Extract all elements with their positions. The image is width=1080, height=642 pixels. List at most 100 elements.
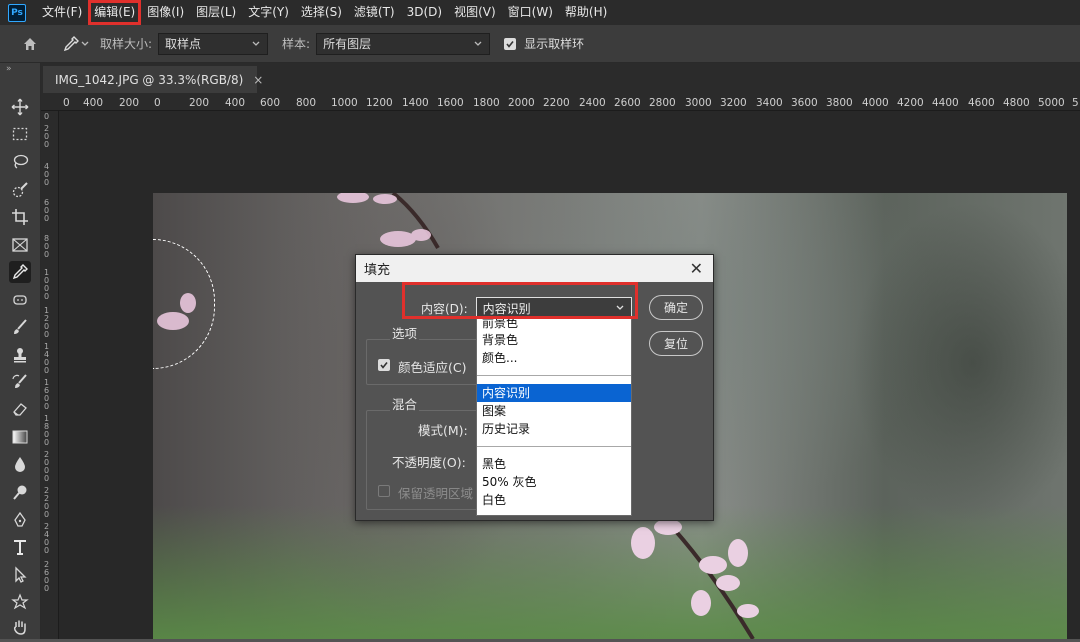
- eyedropper-tool-icon[interactable]: [9, 261, 31, 283]
- ruler-tick: 2 0 0 0: [44, 450, 50, 483]
- eyedropper-preset-picker[interactable]: [62, 35, 92, 53]
- dropdown-item-black[interactable]: 黑色: [477, 455, 631, 473]
- reset-button[interactable]: 复位: [649, 331, 703, 356]
- collapse-icon[interactable]: »: [0, 63, 40, 77]
- custom-shape-tool-icon[interactable]: [9, 591, 31, 613]
- show-ring-checkbox[interactable]: [504, 37, 517, 50]
- color-adapt-checkbox[interactable]: [378, 359, 390, 371]
- color-adapt-label: 颜色适应(C): [398, 360, 467, 375]
- move-tool-icon[interactable]: [9, 96, 31, 118]
- content-dropdown-list: 前景色 背景色 颜色... 内容识别 图案 历史记录 黑色 50% 灰色 白色: [476, 318, 632, 516]
- dropdown-item-content-aware[interactable]: 内容识别: [477, 384, 631, 402]
- options-group-title: 选项: [390, 323, 420, 342]
- dropdown-item-color[interactable]: 颜色...: [477, 349, 631, 367]
- sample-value: 所有图层: [323, 37, 372, 51]
- ruler-tick: 600: [260, 97, 281, 109]
- ruler-tick: 4600: [968, 97, 995, 109]
- ruler-tick: 1 2 0 0: [44, 306, 50, 339]
- type-tool-icon[interactable]: [9, 536, 31, 558]
- menu-edit[interactable]: 编辑(E): [88, 0, 142, 25]
- sample-size-label: 取样大小:: [100, 37, 153, 51]
- menu-filter[interactable]: 滤镜(T): [348, 0, 401, 25]
- ruler-tick: 200: [119, 97, 140, 109]
- preserve-transparency-label: 保留透明区域: [398, 486, 474, 501]
- marquee-tool-icon[interactable]: [9, 123, 31, 145]
- ok-button[interactable]: 确定: [649, 295, 703, 320]
- menu-3d[interactable]: 3D(D): [401, 0, 448, 25]
- quick-select-tool-icon[interactable]: [9, 179, 31, 201]
- dropdown-item-background[interactable]: 背景色: [477, 331, 631, 349]
- ruler-tick: 400: [225, 97, 246, 109]
- vertical-ruler: 0 2 0 0 4 0 0 6 0 0 8 0 0 1 0 0 0 1 2 0 …: [41, 111, 59, 639]
- sample-select[interactable]: 所有图层: [316, 32, 491, 55]
- close-icon[interactable]: ×: [253, 73, 263, 87]
- ruler-tick: 8 0 0: [44, 234, 50, 259]
- dialog-title: 填充: [364, 263, 391, 278]
- blur-tool-icon[interactable]: [9, 453, 31, 475]
- ruler-tick: 400: [83, 97, 104, 109]
- ruler-tick: 0: [63, 97, 70, 109]
- menu-image[interactable]: 图像(I): [141, 0, 190, 25]
- lasso-tool-icon[interactable]: [9, 151, 31, 173]
- ruler-tick: 1200: [366, 97, 393, 109]
- close-icon[interactable]: ✕: [690, 259, 703, 278]
- ruler-tick: 2800: [649, 97, 676, 109]
- dropdown-item-foreground[interactable]: 前景色: [477, 319, 631, 331]
- ruler-tick: 2400: [579, 97, 606, 109]
- menu-window[interactable]: 窗口(W): [502, 0, 559, 25]
- options-bar: 取样大小: 取样点 样本: 所有图层 显示取样环: [0, 25, 1080, 63]
- menu-help[interactable]: 帮助(H): [559, 0, 613, 25]
- healing-brush-tool-icon[interactable]: [9, 289, 31, 311]
- ruler-tick: 4 0 0: [44, 162, 50, 187]
- sample-label: 样本:: [282, 37, 311, 51]
- ruler-tick: 3400: [756, 97, 783, 109]
- ruler-tick: 1 8 0 0: [44, 414, 50, 447]
- dropdown-item-50-gray[interactable]: 50% 灰色: [477, 473, 631, 491]
- ruler-tick: 1 0 0 0: [44, 268, 50, 301]
- sample-size-value: 取样点: [165, 37, 202, 51]
- document-tab-title: IMG_1042.JPG @ 33.3%(RGB/8): [55, 72, 244, 87]
- ruler-tick: 2 0 0: [44, 124, 50, 149]
- chevron-down-icon: [252, 41, 260, 46]
- ruler-tick: 2 2 0 0: [44, 486, 50, 519]
- eyedropper-icon: [63, 35, 79, 51]
- ruler-tick: 0: [44, 112, 50, 121]
- stamp-tool-icon[interactable]: [9, 344, 31, 366]
- pen-tool-icon[interactable]: [9, 509, 31, 531]
- sample-size-select[interactable]: 取样点: [158, 32, 269, 55]
- dropdown-item-history[interactable]: 历史记录: [477, 420, 631, 438]
- dropdown-separator: [477, 446, 631, 447]
- document-tab-bar: IMG_1042.JPG @ 33.3%(RGB/8) ×: [41, 63, 1080, 93]
- menu-view[interactable]: 视图(V): [448, 0, 502, 25]
- chevron-down-icon: [81, 41, 89, 46]
- menu-layer[interactable]: 图层(L): [190, 0, 242, 25]
- menu-select[interactable]: 选择(S): [295, 0, 348, 25]
- ruler-tick: 800: [296, 97, 317, 109]
- home-icon[interactable]: [20, 34, 40, 54]
- dropdown-item-pattern[interactable]: 图案: [477, 402, 631, 420]
- mode-label: 模式(M):: [418, 423, 468, 438]
- frame-tool-icon[interactable]: [9, 234, 31, 256]
- crop-tool-icon[interactable]: [9, 206, 31, 228]
- ruler-tick: 2200: [543, 97, 570, 109]
- photoshop-logo: Ps: [8, 3, 26, 22]
- ruler-tick: 6 0 0: [44, 198, 50, 223]
- ruler-tick: 4400: [932, 97, 959, 109]
- eraser-tool-icon[interactable]: [9, 398, 31, 420]
- dropdown-item-white[interactable]: 白色: [477, 491, 631, 509]
- document-tab[interactable]: IMG_1042.JPG @ 33.3%(RGB/8) ×: [43, 66, 263, 93]
- menu-type[interactable]: 文字(Y): [242, 0, 295, 25]
- ruler-tick: 1600: [437, 97, 464, 109]
- hand-tool-icon[interactable]: [9, 616, 31, 638]
- brush-tool-icon[interactable]: [9, 316, 31, 338]
- dodge-tool-icon[interactable]: [9, 481, 31, 503]
- gradient-tool-icon[interactable]: [9, 426, 31, 448]
- ruler-tick: 2 6 0 0: [44, 560, 50, 593]
- ruler-tick: 4000: [862, 97, 889, 109]
- preserve-transparency-checkbox[interactable]: [378, 485, 390, 497]
- ruler-tick: 3800: [826, 97, 853, 109]
- tools-panel: »: [0, 63, 41, 639]
- history-brush-tool-icon[interactable]: [9, 371, 31, 393]
- path-selection-tool-icon[interactable]: [9, 564, 31, 586]
- menu-file[interactable]: 文件(F): [36, 0, 88, 25]
